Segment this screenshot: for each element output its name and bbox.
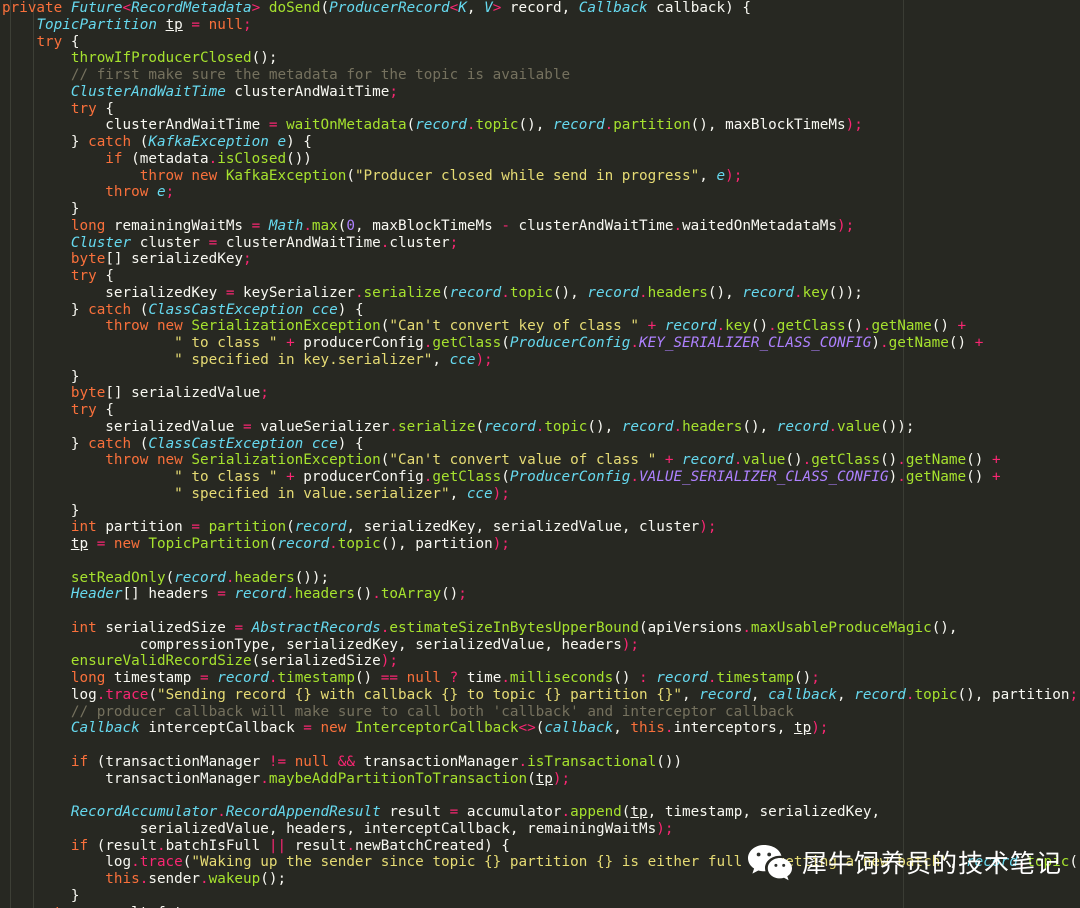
code-line: " specified in key.serializer", cce); <box>174 351 493 368</box>
code-line: throw new SerializationException("Can't … <box>105 452 1001 469</box>
code-line: if (metadata.isClosed()) <box>105 150 312 167</box>
code-line: int partition = partition(record, serial… <box>70 519 717 536</box>
code-line: " to class " + producerConfig.getClass(P… <box>174 469 1001 485</box>
code-line: try { <box>70 100 114 117</box>
code-line: // producer callback will make sure to c… <box>70 703 794 720</box>
code-line: this.sender.wakeup(); <box>105 871 287 887</box>
code-line: byte[] serializedKey; <box>70 251 252 268</box>
code-line: try { <box>70 268 114 284</box>
code-line: long remainingWaitMs = Math.max(0, maxBl… <box>70 217 855 234</box>
code-line: ClusterAndWaitTime clusterAndWaitTime; <box>70 83 398 100</box>
code-line: } <box>70 887 80 904</box>
code-line: clusterAndWaitTime = waitOnMetadata(reco… <box>105 117 863 134</box>
code-line: } <box>70 502 80 519</box>
code-line: TopicPartition tp = null; <box>36 16 252 33</box>
code-line: Cluster cluster = clusterAndWaitTime.clu… <box>70 234 459 251</box>
code-line: serializedKey = keySerializer.serialize(… <box>105 284 863 301</box>
code-line: serializedValue = valueSerializer.serial… <box>105 418 915 435</box>
code-line: int serializedSize = AbstractRecords.est… <box>70 619 958 636</box>
code-line: tp = new TopicPartition(record.topic(), … <box>70 536 510 552</box>
code-line: setReadOnly(record.headers()); <box>70 569 330 586</box>
code-line: } <box>70 368 80 385</box>
code-line: compressionType, serializedKey, serializ… <box>139 636 640 653</box>
code-line: Callback interceptCallback = new Interce… <box>70 720 829 737</box>
code-line: byte[] serializedValue; <box>70 385 269 402</box>
code-line: if (result.batchIsFull || result.newBatc… <box>70 837 510 854</box>
code-line: transactionManager.maybeAddPartitionToTr… <box>105 770 571 787</box>
code-line: try { <box>36 33 80 50</box>
code-editor[interactable]: private Future<RecordMetadata> doSend(Pr… <box>0 0 1080 908</box>
code-line: } catch (ClassCastException cce) { <box>70 435 364 452</box>
code-line: " specified in value.serializer", cce); <box>174 485 510 502</box>
code-line: } catch (ClassCastException cce) { <box>70 301 364 318</box>
code-line: } catch (KafkaException e) { <box>70 134 312 150</box>
code-line: " to class " + producerConfig.getClass(P… <box>174 335 984 351</box>
code-line: Header[] headers = record.headers().toAr… <box>70 586 467 603</box>
code-line: log.trace("Sending record {} with callba… <box>70 686 1079 703</box>
code-line: // first make sure the metadata for the … <box>70 67 571 83</box>
code-content[interactable]: private Future<RecordMetadata> doSend(Pr… <box>0 0 1080 908</box>
code-line: try { <box>70 402 114 418</box>
code-line: throw new SerializationException("Can't … <box>105 318 967 335</box>
code-line: throw new KafkaException("Producer close… <box>139 167 743 184</box>
code-line: log.trace("Waking up the sender since to… <box>105 854 1080 871</box>
code-line: throwIfProducerClosed(); <box>70 50 278 67</box>
code-line: } <box>70 201 80 217</box>
code-line: if (transactionManager != null && transa… <box>70 753 683 770</box>
code-line: long timestamp = record.timestamp() == n… <box>70 670 820 686</box>
code-line: throw e; <box>105 184 175 201</box>
code-line: private Future<RecordMetadata> doSend(Pr… <box>2 0 751 16</box>
code-line: return result.future; <box>0 905 1080 908</box>
code-line: RecordAccumulator.RecordAppendResult res… <box>70 804 881 820</box>
code-line: ensureValidRecordSize(serializedSize); <box>70 653 398 670</box>
code-line: serializedValue, headers, interceptCallb… <box>139 820 674 837</box>
